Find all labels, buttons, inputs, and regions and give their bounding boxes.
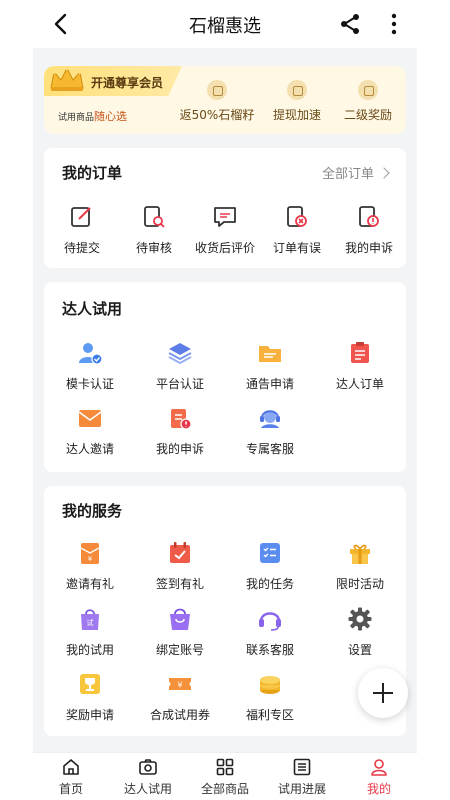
headphones-icon [259,612,281,631]
invite-gift[interactable]: ¥ 邀请有礼 [45,540,135,592]
svg-text:试: 试 [87,618,94,627]
reward-icon [358,80,378,100]
bottom-nav: 首页 达人试用 全部商品 试用进展 我的 [33,752,417,800]
comment-icon [214,207,236,227]
settings[interactable]: 设置 [315,606,405,658]
influencer-title: 达人试用 [62,300,123,318]
layers-icon [168,343,192,365]
limited-event[interactable]: 限时活动 [315,540,405,592]
envelope-icon [78,410,102,427]
checkin-gift[interactable]: 签到有礼 [135,540,225,592]
gift-icon [350,544,370,564]
tab-trial-progress[interactable]: 试用进展 [264,757,340,797]
svg-text:¥: ¥ [88,555,93,563]
services-card: 我的服务 ¥ 邀请有礼 签到有礼 我的任务 限时活动 试 我的试用 绑定账号 联… [44,486,406,736]
orders-title: 我的订单 [62,164,123,182]
compose-coupon[interactable]: ¥ 合成试用券 [135,671,225,723]
influencer-invite[interactable]: 达人邀请 [45,405,135,457]
vip-badge-text: 开通尊享会员 [91,76,164,90]
list-icon [293,758,311,776]
platform-verify[interactable]: 平台认证 [135,340,225,392]
influencer-card: 达人试用 模卡认证 平台认证 通告申请 达人订单 达人邀请 我的申诉 专属客服 [44,282,406,472]
order-appeal[interactable]: 我的申诉 [324,204,414,256]
reward-apply[interactable]: 奖励申请 [45,671,135,723]
vip-perk-3: 二级奖励 [328,80,406,123]
tab-mine[interactable]: 我的 [341,757,417,797]
dedicated-support[interactable]: 专属客服 [225,405,315,457]
appeal-document-icon [171,409,192,430]
task-list-icon [260,543,280,563]
vip-perk-1: 返50%石榴籽 [177,80,257,123]
coin-icon [207,80,227,100]
trial-bag-icon: 试 [81,609,99,630]
document-search-icon [144,206,165,228]
edit-icon [71,207,91,227]
coins-stack-icon [260,676,280,694]
vip-subtitle: 试用商品随心选 [58,110,128,123]
order-error-icon [287,206,307,227]
clipboard-icon [351,342,369,363]
share-icon[interactable] [338,12,362,36]
user-icon [371,759,387,776]
orders-card: 我的订单 全部订单 待提交 待审核 收货后评价 订单有误 我的申诉 [44,148,406,268]
my-trials[interactable]: 试 我的试用 [45,606,135,658]
coupon-icon: ¥ [169,678,191,690]
top-bar: 石榴惠选 [0,0,450,48]
vip-banner[interactable]: 开通尊享会员 试用商品随心选 返50%石榴籽 提现加速 二级奖励 [44,66,406,134]
svg-text:¥: ¥ [177,681,182,690]
gear-icon [348,607,372,631]
page-title: 石榴惠选 [189,16,261,37]
headset-icon [260,410,280,428]
model-card-verify[interactable]: 模卡认证 [45,340,135,392]
more-options-icon[interactable] [384,12,404,36]
tab-influencer-trial[interactable]: 达人试用 [110,757,186,797]
chevron-right-icon [378,167,390,179]
contact-support[interactable]: 联系客服 [225,606,315,658]
trophy-icon [80,674,100,694]
notice-apply[interactable]: 通告申请 [225,340,315,392]
shopping-bag-icon [170,608,190,630]
add-button[interactable] [358,668,408,718]
home-icon [63,759,79,775]
camera-icon [139,759,157,775]
influencer-appeal[interactable]: 我的申诉 [135,405,225,457]
bind-account[interactable]: 绑定账号 [135,606,225,658]
red-envelope-icon: ¥ [80,543,100,564]
vip-perk-2: 提现加速 [257,80,337,123]
tab-all-products[interactable]: 全部商品 [187,757,263,797]
my-tasks[interactable]: 我的任务 [225,540,315,592]
grid-icon [216,758,234,776]
appeal-icon [359,206,379,227]
calendar-check-icon [170,542,190,563]
influencer-orders[interactable]: 达人订单 [315,340,405,392]
wallet-icon [287,80,307,100]
all-orders-link[interactable]: 全部订单 [322,163,390,182]
user-verified-icon [79,343,103,365]
folder-icon [259,346,281,362]
welfare-zone[interactable]: 福利专区 [225,671,315,723]
tab-home[interactable]: 首页 [33,757,109,797]
crown-icon [50,66,84,91]
services-title: 我的服务 [62,502,123,520]
